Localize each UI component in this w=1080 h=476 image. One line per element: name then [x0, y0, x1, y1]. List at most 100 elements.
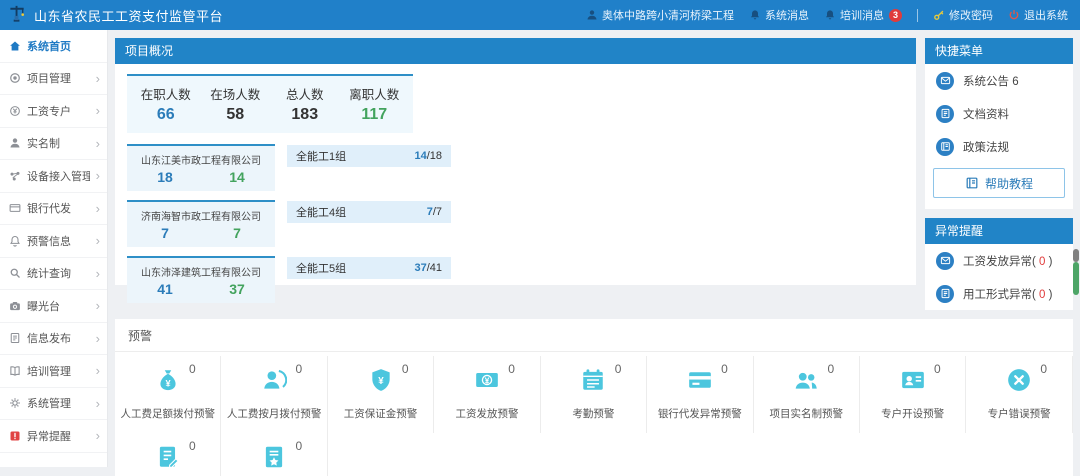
top-header: 山东省农民工工资支付监管平台 奥体中路跨小清河桥梁工程 系统消息 培训消息3 修…	[0, 0, 1080, 30]
company-name: 山东江美市政工程有限公司	[129, 152, 273, 167]
svg-text:¥: ¥	[485, 375, 490, 385]
sidebar-item-statistics-query[interactable]: 统计查询›	[0, 258, 107, 291]
sidebar-item-training-management[interactable]: 培训管理›	[0, 355, 107, 388]
scrollbar-thumb-green[interactable]	[1073, 262, 1079, 295]
top-right-menu: 奥体中路跨小清河桥梁工程 系统消息 培训消息3 修改密码 退出系统	[586, 7, 1068, 23]
warning-item[interactable]: 0考勤预警	[541, 356, 647, 433]
quick-menu-item-documents[interactable]: 文档资料	[925, 97, 1073, 130]
sidebar-item-real-name[interactable]: 实名制›	[0, 128, 107, 161]
brand: 山东省农民工工资支付监管平台	[8, 4, 223, 26]
training-messages-link[interactable]: 培训消息3	[824, 7, 902, 23]
company-onsite-count: 37	[229, 281, 245, 297]
warning-title: 预警	[115, 319, 1073, 352]
company-card[interactable]: 济南海智市政工程有限公司77	[127, 200, 275, 247]
sidebar-item-label: 信息发布	[27, 330, 90, 346]
warning-label: 工资发放预警	[436, 406, 537, 421]
device-access-icon	[9, 170, 21, 182]
sidebar-item-system-management[interactable]: 系统管理›	[0, 388, 107, 421]
change-password-link[interactable]: 修改密码	[933, 7, 993, 23]
docedit-icon	[155, 444, 181, 470]
chevron-right-icon: ›	[96, 332, 100, 345]
sidebar-item-exposure[interactable]: 曝光台›	[0, 290, 107, 323]
statistics-query-icon	[9, 267, 21, 279]
stat-item: 离职人数117	[340, 84, 410, 124]
company-group-row: 济南海智市政工程有限公司77 全能工4组7/7	[127, 200, 451, 247]
company-onduty-count: 41	[157, 281, 173, 297]
quick-menu-item-policies[interactable]: 政策法规	[925, 130, 1073, 163]
book-icon	[936, 138, 954, 156]
work-group-bar[interactable]: 全能工5组37/41	[287, 257, 451, 279]
stat-label: 在场人数	[201, 84, 271, 103]
sidebar-item-info-publish[interactable]: 信息发布 ›	[0, 323, 107, 356]
scrollbar[interactable]	[1073, 0, 1079, 476]
exception-label: 用工形式异常( 0 )	[963, 286, 1052, 302]
divider	[917, 9, 918, 22]
stat-item: 总人数183	[270, 84, 340, 124]
exception-reminder-title: 异常提醒	[925, 218, 1073, 244]
warning-item[interactable]: 0银行代发异常预警	[647, 356, 753, 433]
warning-label: 专户错误预警	[968, 406, 1069, 421]
warning-item[interactable]: 0项目实名制预警	[754, 356, 860, 433]
wage-account-icon	[9, 105, 21, 117]
exception-label: 工资发放异常( 0 )	[963, 253, 1052, 269]
system-messages-link[interactable]: 系统消息	[749, 7, 809, 23]
warning-count: 0	[189, 362, 196, 376]
sidebar-item-home[interactable]: 系统首页	[0, 30, 107, 63]
sidebar-item-label: 项目管理	[27, 70, 90, 86]
exception-item-wage-payment-exception[interactable]: 工资发放异常( 0 )	[925, 244, 1073, 277]
document-icon	[936, 105, 954, 123]
warning-item[interactable]: ¥0工资保证金预警	[328, 356, 434, 433]
current-project-link[interactable]: 奥体中路跨小清河桥梁工程	[586, 7, 734, 23]
sidebar-item-project-management[interactable]: 项目管理›	[0, 63, 107, 96]
warning-item[interactable]: ¥0工资发放预警	[434, 356, 540, 433]
warning-item[interactable]: 0专户开设预警	[860, 356, 966, 433]
warning-panel: 预警 ¥0人工费足额拨付预警0人工费按月拨付预警¥0工资保证金预警¥0工资发放预…	[115, 319, 1073, 476]
warning-item[interactable]: 0人工费按月拨付预警	[221, 356, 327, 433]
sidebar-item-label: 工资专户	[27, 103, 90, 119]
sidebar-item-warning-info[interactable]: 预警信息›	[0, 225, 107, 258]
work-group-bar[interactable]: 全能工4组7/7	[287, 201, 451, 223]
help-tutorial-button[interactable]: 帮助教程	[933, 168, 1065, 198]
calendar-icon	[580, 367, 606, 393]
right-column: 快捷菜单 系统公告 6文档资料政策法规 帮助教程 异常提醒 工资发放异常( 0 …	[925, 38, 1073, 310]
warning-item[interactable]: 0 专户错误预警	[966, 356, 1072, 433]
group-ratio: 7/7	[427, 206, 442, 218]
warning-item[interactable]: 0项目信息预警	[115, 433, 221, 476]
bankcard-icon	[687, 367, 713, 393]
warning-item[interactable]: 0劳动合同上传预警	[221, 433, 327, 476]
sidebar-item-label: 预警信息	[27, 233, 90, 249]
app-title: 山东省农民工工资支付监管平台	[34, 6, 223, 25]
stat-label: 离职人数	[340, 84, 410, 103]
envelope-icon	[936, 72, 954, 90]
company-name: 济南海智市政工程有限公司	[129, 208, 273, 223]
overview-title: 项目概况	[115, 38, 916, 64]
warning-label: 项目实名制预警	[756, 406, 857, 421]
sidebar-item-label: 银行代发	[27, 200, 90, 216]
chevron-right-icon: ›	[96, 364, 100, 377]
sidebar-item-label: 异常提醒	[27, 428, 90, 444]
warning-item[interactable]: ¥0人工费足额拨付预警	[115, 356, 221, 433]
exception-item-employment-form-exception[interactable]: 用工形式异常( 0 )	[925, 277, 1073, 310]
power-icon	[1008, 9, 1020, 21]
chevron-right-icon: ›	[96, 397, 100, 410]
logout-link[interactable]: 退出系统	[1008, 7, 1068, 23]
stat-value: 66	[131, 106, 201, 124]
chevron-right-icon: ›	[96, 202, 100, 215]
company-card[interactable]: 山东江美市政工程有限公司1814	[127, 144, 275, 191]
exception-reminder-panel: 异常提醒 工资发放异常( 0 ) 用工形式异常( 0 )	[925, 218, 1073, 310]
sidebar-item-bank-payment[interactable]: 银行代发 ›	[0, 193, 107, 226]
quick-menu-item-system-announcements[interactable]: 系统公告 6	[925, 64, 1073, 97]
sidebar-item-wage-account[interactable]: 工资专户›	[0, 95, 107, 128]
exception-count: 0	[1039, 256, 1045, 268]
person-icon	[586, 9, 598, 21]
system-management-icon	[9, 397, 21, 409]
sidebar-item-device-access[interactable]: 设备接入管理›	[0, 160, 107, 193]
docstar-icon	[261, 444, 287, 470]
sidebar-item-exception-reminder[interactable]: 异常提醒›	[0, 420, 107, 453]
warning-count: 0	[1040, 362, 1047, 376]
envelope-icon	[936, 252, 954, 270]
main-content: 项目概况 在职人数66在场人数58总人数183离职人数117 山东江美市政工程有…	[108, 30, 1080, 476]
work-group-bar[interactable]: 全能工1组14/18	[287, 145, 451, 167]
company-card[interactable]: 山东沛泽建筑工程有限公司4137	[127, 256, 275, 303]
scrollbar-thumb-dark[interactable]	[1073, 249, 1079, 262]
